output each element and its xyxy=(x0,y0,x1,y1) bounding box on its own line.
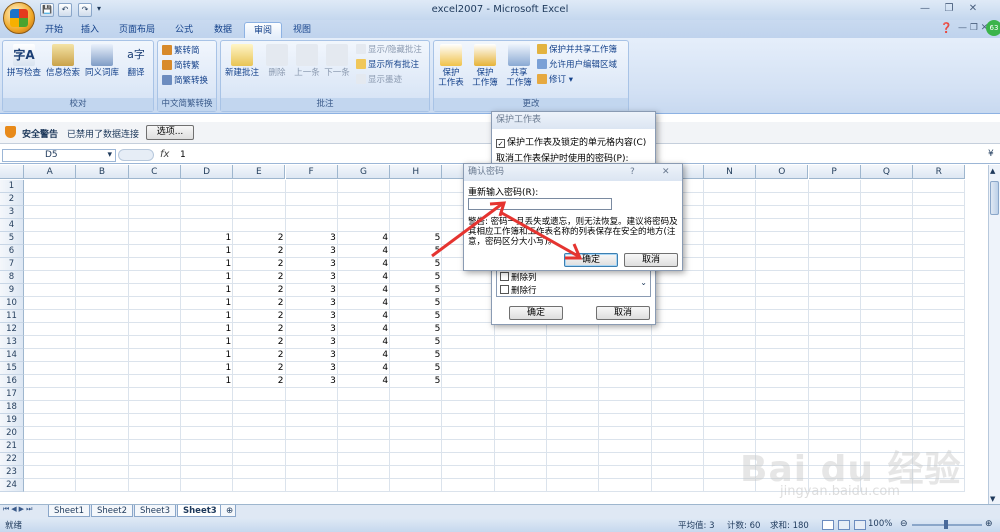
office-logo-icon xyxy=(10,9,28,27)
arrow-to-ok xyxy=(499,210,579,258)
office-button[interactable] xyxy=(3,2,35,34)
arrow-to-input xyxy=(431,202,503,258)
watermark-url: jingyan.baidu.com xyxy=(780,484,900,499)
